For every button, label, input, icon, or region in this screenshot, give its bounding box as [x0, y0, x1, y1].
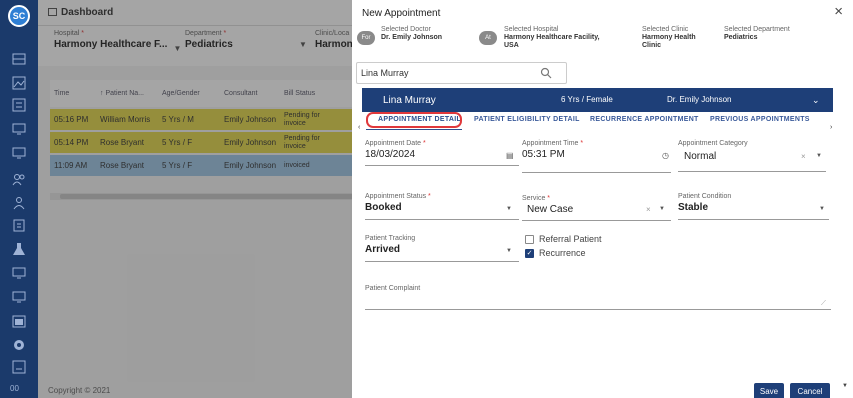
selected-department: Selected Department Pediatrics — [724, 26, 790, 42]
app-root: SC 00 Dashboard Hospital * Harmony Healt… — [0, 0, 853, 398]
referral-patient-label: Referral Patient — [539, 234, 602, 244]
tab-patient-eligibility-detail[interactable]: PATIENT ELIGIBILITY DETAIL — [474, 116, 580, 123]
modal-scroll-down-icon[interactable]: ▼ — [842, 383, 848, 389]
patient-tracking-select[interactable]: Patient Tracking Arrived — [365, 235, 519, 262]
at-pill: At — [479, 31, 497, 45]
active-tab-highlight — [366, 112, 462, 128]
selected-department-value: Pediatrics — [724, 34, 758, 41]
patient-tracking-label: Patient Tracking — [365, 235, 416, 242]
image-icon[interactable] — [11, 76, 27, 90]
appointment-time-value: 05:31 PM — [522, 149, 565, 160]
patient-search-input[interactable] — [356, 62, 567, 84]
clock-icon[interactable]: ◷ — [662, 151, 669, 160]
patient-bar-name: Lina Murray — [383, 95, 436, 106]
patient-summary-bar[interactable]: Lina Murray 6 Yrs / Female Dr. Emily Joh… — [362, 88, 833, 112]
calendar-icon[interactable]: ▤ — [506, 151, 514, 160]
appointment-status-label: Appointment Status — [365, 193, 427, 200]
selected-hospital-value-line2: USA — [504, 42, 519, 49]
patient-tracking-value: Arrived — [365, 244, 401, 255]
tab-previous-appointments[interactable]: PREVIOUS APPOINTMENTS — [710, 116, 810, 123]
service-label: Service — [522, 195, 546, 202]
patient-bar-doctor: Dr. Emily Johnson — [667, 95, 732, 104]
modal-title: New Appointment — [362, 8, 441, 19]
close-icon[interactable]: × — [834, 4, 843, 19]
clear-icon[interactable]: × — [801, 152, 806, 161]
recurrence-label: Recurrence — [539, 248, 586, 258]
appointment-status-value: Booked — [365, 202, 402, 213]
selected-hospital-value: Harmony Healthcare Facility, — [504, 34, 600, 41]
calendar-icon[interactable] — [11, 314, 27, 328]
app-logo[interactable]: SC — [8, 5, 30, 27]
patient-complaint-label: Patient Complaint — [365, 285, 421, 292]
save-button[interactable]: Save — [754, 383, 784, 398]
modal-header: New Appointment × — [352, 0, 853, 26]
selected-hospital-label: Selected Hospital — [504, 26, 559, 33]
resize-handle-icon[interactable]: ⟋ — [821, 300, 826, 308]
report-icon[interactable] — [11, 360, 27, 374]
monitor-icon[interactable] — [11, 146, 27, 160]
selected-doctor: Selected Doctor Dr. Emily Johnson — [381, 26, 442, 42]
monitor-icon[interactable] — [11, 290, 27, 304]
list-icon[interactable] — [11, 98, 27, 112]
patient-bar-age-gender: 6 Yrs / Female — [561, 95, 613, 104]
tabs-scroll-left-icon[interactable]: ‹ — [358, 124, 360, 131]
appointment-time-field[interactable]: Appointment Time * 05:31 PM — [522, 140, 671, 173]
left-nav-rail: SC 00 — [0, 0, 38, 398]
recurrence-checkbox[interactable]: ✓ — [525, 249, 534, 258]
patient-condition-value: Stable — [678, 202, 709, 213]
chevron-down-icon[interactable]: ▼ — [816, 153, 822, 159]
chevron-down-icon[interactable]: ⌄ — [812, 95, 820, 106]
search-icon[interactable] — [540, 67, 552, 79]
appointment-date-label: Appointment Date — [365, 140, 422, 147]
appointment-status-select[interactable]: Appointment Status * Booked — [365, 193, 519, 220]
people-icon[interactable] — [11, 196, 27, 210]
selected-clinic-label: Selected Clinic — [642, 26, 689, 33]
monitor-icon[interactable] — [11, 122, 27, 136]
patient-complaint-textarea[interactable]: Patient Complaint — [365, 285, 831, 310]
apps-icon[interactable] — [11, 52, 27, 66]
referral-patient-checkbox[interactable] — [525, 235, 534, 244]
appointment-category-label: Appointment Category — [678, 140, 748, 147]
patient-condition-select[interactable]: Patient Condition Stable — [678, 193, 829, 220]
clipboard-icon[interactable] — [11, 218, 27, 232]
appointment-time-label: Appointment Time — [522, 140, 579, 147]
patient-condition-label: Patient Condition — [678, 193, 732, 200]
selected-doctor-label: Selected Doctor — [381, 26, 431, 33]
flask-icon[interactable] — [11, 242, 27, 256]
for-pill: For — [357, 31, 375, 45]
selected-hospital: Selected Hospital Harmony Healthcare Fac… — [504, 26, 600, 50]
selected-clinic-value-line2: Clinic — [642, 42, 662, 49]
chevron-down-icon[interactable]: ▼ — [659, 206, 665, 212]
tab-recurrence-appointment[interactable]: RECURRENCE APPOINTMENT — [590, 116, 699, 123]
chevron-down-icon[interactable]: ▼ — [506, 206, 512, 212]
tabs-scroll-right-icon[interactable]: › — [830, 124, 832, 131]
monitor-icon[interactable] — [11, 266, 27, 280]
appointment-date-field[interactable]: Appointment Date * 18/03/2024 — [365, 140, 519, 166]
appointment-date-value: 18/03/2024 — [365, 149, 416, 160]
clear-icon[interactable]: × — [646, 205, 651, 214]
chevron-down-icon[interactable]: ▼ — [819, 206, 825, 212]
selected-clinic: Selected Clinic Harmony Health Clinic — [642, 26, 696, 50]
selected-clinic-value: Harmony Health — [642, 34, 696, 41]
selected-doctor-value: Dr. Emily Johnson — [381, 34, 443, 41]
gear-icon[interactable] — [11, 338, 27, 352]
active-tab-underline — [366, 129, 462, 130]
chevron-down-icon[interactable]: ▼ — [506, 248, 512, 254]
users-icon[interactable] — [11, 172, 27, 186]
cancel-button[interactable]: Cancel — [790, 383, 830, 398]
selected-department-label: Selected Department — [724, 26, 790, 33]
rail-footer: 00 — [10, 384, 19, 393]
